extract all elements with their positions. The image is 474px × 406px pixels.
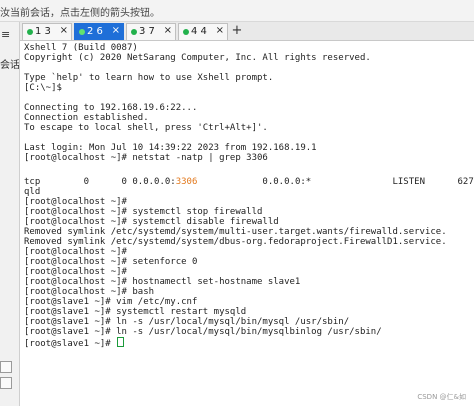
terminal-line: Removed symlink /etc/systemd/system/dbus…: [24, 237, 447, 247]
connected-status-icon: [79, 29, 85, 35]
terminal-line: [root@localhost ~]#: [24, 247, 127, 257]
terminal-line: Removed symlink /etc/systemd/system/mult…: [24, 227, 447, 237]
terminal-line: Last login: Mon Jul 10 14:39:22 2023 fro…: [24, 143, 317, 153]
terminal-line: [root@localhost ~]# netstat -natp | grep…: [24, 153, 268, 163]
terminal-line: Connection established.: [24, 113, 149, 123]
close-icon[interactable]: ×: [164, 25, 172, 36]
session-label: 会话: [0, 60, 20, 71]
terminal-line: [root@localhost ~]# setenforce 0: [24, 257, 198, 267]
shell-prompt: [root@slave1 ~]#: [24, 339, 111, 349]
terminal-output[interactable]: Xshell 7 (Build 0087) Copyright (c) 2020…: [21, 41, 474, 406]
terminal-line: [root@slave1 ~]# systemctl restart mysql…: [24, 307, 247, 317]
tab-session-4[interactable]: 4 4 ×: [178, 23, 228, 40]
watermark: CSDN @仁&如: [417, 393, 466, 401]
terminal-line: [root@localhost ~]#: [24, 197, 127, 207]
terminal-line: [root@localhost ~]# systemctl stop firew…: [24, 207, 263, 217]
notification-text: 汝当前会话，点击左侧的箭头按钮。: [0, 8, 160, 19]
menu-icon[interactable]: ≡: [1, 28, 10, 41]
connected-status-icon: [27, 29, 33, 35]
tab-label: 1 3: [35, 26, 51, 37]
terminal-line: Connecting to 192.168.19.6:22...: [24, 103, 198, 113]
netstat-output-suffix: 0.0.0.0:* LISTEN 62727/mys: [262, 177, 474, 187]
close-icon[interactable]: ×: [60, 25, 68, 36]
connected-status-icon: [183, 29, 189, 35]
highlighted-port: 3306: [175, 177, 198, 187]
tab-session-1[interactable]: 1 3 ×: [22, 23, 72, 40]
terminal-line: Xshell 7 (Build 0087): [24, 43, 138, 53]
netstat-output-line: tcp 0 0 0.0.0.0:3306 0.0.0.0:* LISTEN 62…: [24, 177, 474, 187]
terminal-line: [root@localhost ~]#: [24, 267, 127, 277]
terminal-line: [root@slave1 ~]# ln -s /usr/local/mysql/…: [24, 327, 382, 337]
session-tab-bar: 1 3 × 2 6 × 3 7 × 4 4 × +: [20, 22, 474, 41]
terminal-line: [root@localhost ~]# hostnamectl set-host…: [24, 277, 301, 287]
tab-label: 3 7: [139, 26, 155, 37]
terminal-line: [root@localhost ~]# systemctl disable fi…: [24, 217, 279, 227]
terminal-line: [root@slave1 ~]# vim /etc/my.cnf: [24, 297, 198, 307]
close-icon[interactable]: ×: [216, 25, 224, 36]
panel-toggle-icon[interactable]: [0, 361, 12, 373]
notification-bar: 汝当前会话，点击左侧的箭头按钮。: [0, 0, 474, 22]
terminal-line: [root@localhost ~]# bash: [24, 287, 155, 297]
text-cursor: [117, 337, 125, 347]
terminal-line: qld: [24, 187, 41, 197]
close-icon[interactable]: ×: [112, 25, 120, 36]
tab-session-2[interactable]: 2 6 ×: [74, 23, 124, 40]
terminal-line: [root@slave1 ~]# ln -s /usr/local/mysql/…: [24, 317, 350, 327]
panel-toggle-icon[interactable]: [0, 377, 12, 389]
netstat-output-prefix: tcp 0 0 0.0.0.0:: [24, 177, 176, 187]
terminal-line: Type `help' to learn how to use Xshell p…: [24, 73, 274, 83]
session-manager-panel[interactable]: ≡ 会话 H: [0, 22, 20, 406]
tab-session-3[interactable]: 3 7 ×: [126, 23, 176, 40]
terminal-line: To escape to local shell, press 'Ctrl+Al…: [24, 123, 268, 133]
add-tab-button[interactable]: +: [230, 23, 244, 40]
local-shell-prompt: [C:\~]$: [24, 83, 62, 93]
connected-status-icon: [131, 29, 137, 35]
tab-label: 2 6: [87, 26, 103, 37]
tab-label: 4 4: [191, 26, 207, 37]
current-prompt-line[interactable]: [root@slave1 ~]#: [24, 337, 125, 349]
terminal-line: Copyright (c) 2020 NetSarang Computer, I…: [24, 53, 371, 63]
